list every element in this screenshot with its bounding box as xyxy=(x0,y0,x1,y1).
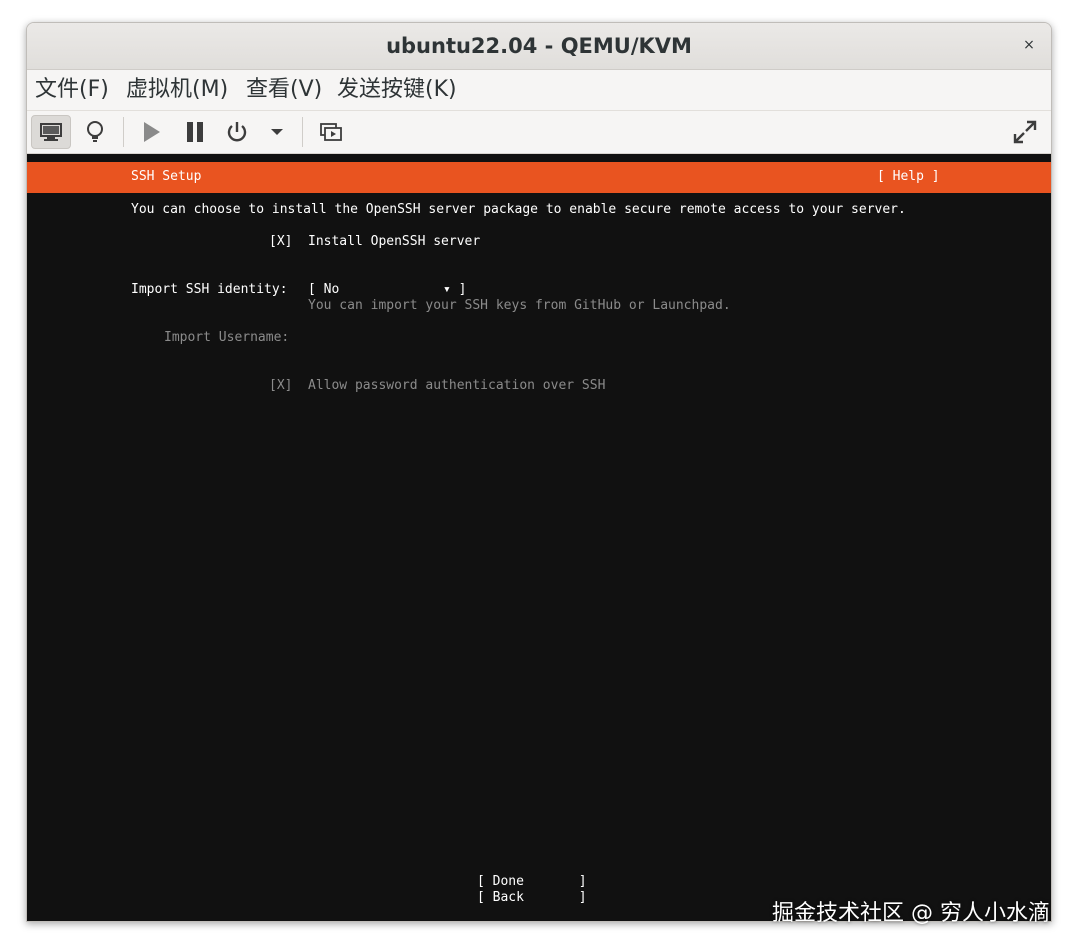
power-icon[interactable] xyxy=(217,115,257,149)
window-title: ubuntu22.04 - QEMU/KVM xyxy=(386,34,692,58)
import-identity-help: You can import your SSH keys from GitHub… xyxy=(308,298,731,313)
installer-header: SSH Setup [ Help ] xyxy=(27,162,1051,193)
menu-view[interactable]: 查看(V) xyxy=(246,70,322,110)
close-icon[interactable]: × xyxy=(1019,35,1039,55)
import-identity-label: Import SSH identity: xyxy=(131,282,288,297)
help-button[interactable]: [ Help ] xyxy=(877,169,940,184)
menu-file[interactable]: 文件(F) xyxy=(35,70,109,110)
toolbar-separator xyxy=(302,117,303,147)
toolbar-separator xyxy=(123,117,124,147)
vm-window: ubuntu22.04 - QEMU/KVM × 文件(F) 虚拟机(M) 查看… xyxy=(26,22,1052,922)
watermark: 掘金技术社区 @ 穷人小水滴 xyxy=(772,901,1050,926)
pause-icon[interactable] xyxy=(175,115,215,149)
import-identity-select[interactable]: [ No xyxy=(308,282,339,297)
intro-text: You can choose to install the OpenSSH se… xyxy=(131,202,906,217)
menu-bar: 文件(F) 虚拟机(M) 查看(V) 发送按键(K) xyxy=(27,70,1051,111)
menu-vm[interactable]: 虚拟机(M) xyxy=(126,70,228,110)
details-lightbulb-icon[interactable] xyxy=(75,115,115,149)
vm-console-screen[interactable]: SSH Setup [ Help ] You can choose to ins… xyxy=(27,154,1051,921)
snapshots-icon[interactable] xyxy=(311,115,351,149)
done-button[interactable]: [ Done ] xyxy=(477,874,587,889)
allow-password-checkbox[interactable]: [X] xyxy=(269,378,292,393)
installer-title: SSH Setup xyxy=(131,169,202,184)
title-bar[interactable]: ubuntu22.04 - QEMU/KVM × xyxy=(27,23,1051,70)
run-play-icon[interactable] xyxy=(131,115,171,149)
power-dropdown-icon[interactable] xyxy=(257,115,297,149)
import-username-label: Import Username: xyxy=(164,330,290,345)
back-button[interactable]: [ Back ] xyxy=(477,890,587,905)
install-openssh-label: Install OpenSSH server xyxy=(308,234,481,249)
fullscreen-icon[interactable] xyxy=(1005,115,1045,149)
console-view-icon[interactable] xyxy=(31,115,71,149)
allow-password-label: Allow password authentication over SSH xyxy=(308,378,606,393)
install-openssh-checkbox[interactable]: [X] xyxy=(269,234,292,249)
toolbar xyxy=(27,111,1051,154)
chevron-down-icon[interactable]: ▾ ] xyxy=(443,282,466,297)
menu-send-key[interactable]: 发送按键(K) xyxy=(337,70,457,110)
